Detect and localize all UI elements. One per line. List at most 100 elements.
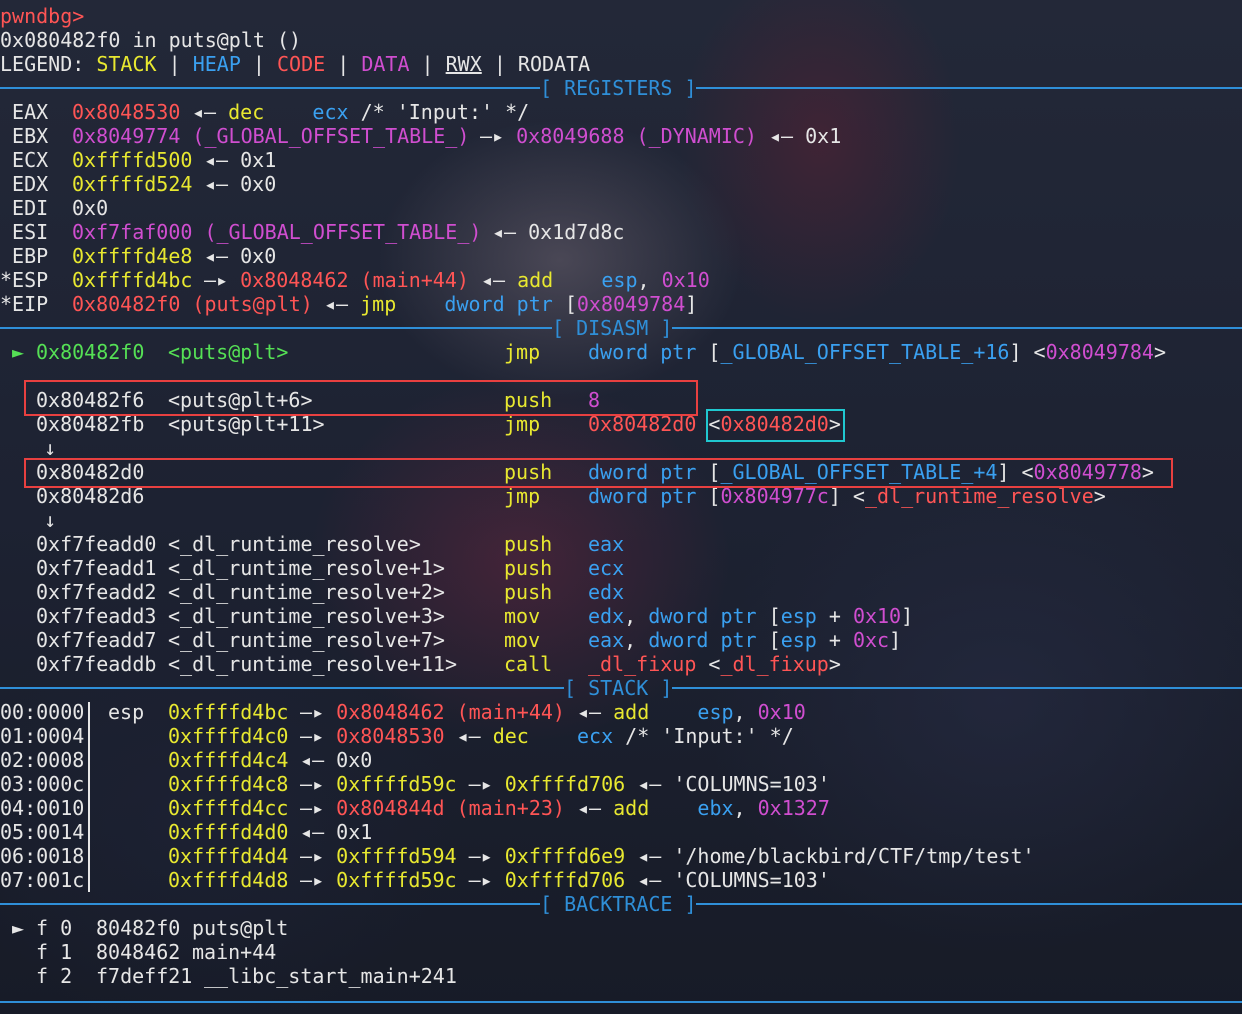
operand-token: 0x80482d0 bbox=[588, 412, 697, 436]
instruction-symbol: <_dl_runtime_resolve+3> bbox=[168, 604, 445, 628]
deref-token: —▸ bbox=[480, 124, 517, 148]
deref-token: dword ptr bbox=[444, 292, 553, 316]
register-value: 0xffffd500 bbox=[72, 148, 193, 172]
registers-separator: [ REGISTERS ] bbox=[0, 76, 1242, 100]
instruction-mnemonic: jmp bbox=[504, 340, 541, 364]
stack-index: 07:001c bbox=[0, 868, 85, 892]
stack-deref: —▸ 0xffffd59c —▸ 0xffffd706 ◂— 'COLUMNS=… bbox=[288, 772, 830, 796]
instruction-address: 0xf7feadd0 bbox=[36, 532, 157, 556]
stack-separator: [ STACK ] bbox=[0, 676, 1242, 700]
instruction-mnemonic: push bbox=[504, 556, 553, 580]
stack-address: 0xffffd4d0 bbox=[168, 820, 289, 844]
deref-token: 0xffffd706 bbox=[504, 772, 626, 796]
register-name: *EIP bbox=[0, 292, 49, 316]
operand-token: _dl_fixup bbox=[720, 652, 829, 676]
stack-index: 06:0018 bbox=[0, 844, 85, 868]
register-deref: ◂— 0x1d7d8c bbox=[492, 220, 624, 244]
deref-token: ebx bbox=[697, 796, 734, 820]
deref-token: —▸ bbox=[288, 844, 337, 868]
instruction-symbol: <_dl_runtime_resolve+1> bbox=[168, 556, 445, 580]
operand-token: eax bbox=[588, 628, 625, 652]
operand-token: , bbox=[624, 628, 649, 652]
deref-token: /* 'Input:' */ bbox=[613, 724, 794, 748]
stack-address: 0xffffd4d4 bbox=[168, 844, 289, 868]
instruction-symbol: <_dl_runtime_resolve+11> bbox=[168, 652, 457, 676]
register-deref: ◂— 0x0 bbox=[204, 172, 276, 196]
deref-token: ◂— 0x1 bbox=[204, 148, 277, 172]
operand-token: , bbox=[624, 604, 649, 628]
instruction-address: 0x80482d6 bbox=[36, 484, 145, 508]
stack-address: 0xffffd4c4 bbox=[168, 748, 289, 772]
instruction-symbol: <puts@plt+11> bbox=[168, 412, 325, 436]
deref-token: dec bbox=[228, 100, 265, 124]
operand-token: [ bbox=[696, 340, 721, 364]
register-value: 0x80482f0 (puts@plt) bbox=[72, 292, 313, 316]
down-arrow-icon: ↓ bbox=[44, 508, 57, 532]
operand-token: _dl_fixup bbox=[588, 652, 697, 676]
instruction-address: 0xf7feaddb bbox=[36, 652, 157, 676]
deref-token: 0x10 bbox=[661, 268, 710, 292]
frame-number: f 1 bbox=[36, 940, 73, 964]
operand-token: 0x80482d0 bbox=[720, 412, 829, 436]
operand-token: 0xc bbox=[852, 628, 890, 652]
deref-token: 0xffffd6e9 bbox=[504, 844, 626, 868]
legend-data: DATA bbox=[361, 52, 410, 76]
instruction-address: 0xf7feadd2 bbox=[36, 580, 157, 604]
deref-token: , bbox=[733, 796, 758, 820]
legend-line: LEGEND: STACK | HEAP | CODE | DATA | RWX… bbox=[0, 52, 590, 76]
deref-token: ◂— 0x0 bbox=[288, 748, 373, 772]
stack-deref: —▸ 0x8048530 ◂— dec ecx /* 'Input:' */ bbox=[288, 724, 794, 748]
deref-token: , bbox=[733, 700, 758, 724]
deref-token: 0x1327 bbox=[757, 796, 830, 820]
deref-token: 0xffffd59c bbox=[336, 772, 457, 796]
operand-token: + bbox=[816, 604, 853, 628]
operand-token: ecx bbox=[588, 556, 625, 580]
legend-sep: | bbox=[337, 52, 350, 76]
terminal-output[interactable]: pwndbg> 0x080482f0 in puts@plt () LEGEND… bbox=[0, 0, 1242, 1014]
operand-token: dword ptr bbox=[648, 604, 757, 628]
deref-token: ◂— 'COLUMNS=103' bbox=[625, 868, 830, 892]
instruction-operands: dword ptr [0x804977c] <_dl_runtime_resol… bbox=[588, 484, 1106, 508]
register-name: ESI bbox=[0, 220, 49, 244]
deref-token: —▸ bbox=[288, 868, 337, 892]
deref-token bbox=[529, 724, 577, 748]
frame-symbol: puts@plt bbox=[192, 916, 289, 940]
operand-token: [ bbox=[756, 628, 781, 652]
operand-token: _GLOBAL_OFFSET_TABLE_+16 bbox=[720, 340, 1010, 364]
deref-token: 0x10 bbox=[757, 700, 806, 724]
stack-address: 0xffffd4cc bbox=[168, 796, 289, 820]
deref-token: add bbox=[613, 700, 650, 724]
bottom-separator bbox=[0, 990, 1242, 1014]
deref-token: —▸ bbox=[288, 796, 337, 820]
register-deref: —▸ 0x8049688 (_DYNAMIC) ◂— 0x1 bbox=[480, 124, 841, 148]
deref-token: ] bbox=[685, 292, 698, 316]
instruction-mnemonic: jmp bbox=[504, 412, 541, 436]
frame-symbol: main+44 bbox=[192, 940, 277, 964]
disasm-title: [ DISASM ] bbox=[552, 316, 673, 340]
deref-token: 0xffffd706 bbox=[504, 868, 626, 892]
register-deref: —▸ 0x8048462 (main+44) ◂— add esp, 0x10 bbox=[204, 268, 710, 292]
operand-token: dword ptr bbox=[588, 484, 697, 508]
operand-token: 0x10 bbox=[852, 604, 902, 628]
operand-token: ] < bbox=[997, 460, 1034, 484]
disasm-separator: [ DISASM ] bbox=[0, 316, 1242, 340]
deref-token: —▸ bbox=[456, 772, 505, 796]
deref-token: /* 'Input:' */ bbox=[348, 100, 530, 124]
frame-symbol: __libc_start_main+241 bbox=[204, 964, 457, 988]
legend-sep: | bbox=[168, 52, 181, 76]
operand-token: esp bbox=[780, 604, 817, 628]
frame-address: f7deff21 bbox=[96, 964, 193, 988]
deref-token: jmp bbox=[360, 292, 397, 316]
instruction-operands: edx, dword ptr [esp + 0x10] bbox=[588, 604, 913, 628]
register-deref: ◂— 0x0 bbox=[204, 244, 276, 268]
operand-token: > bbox=[828, 652, 841, 676]
instruction-mnemonic: push bbox=[504, 532, 553, 556]
deref-token: 0xffffd59c bbox=[336, 868, 457, 892]
register-deref: ◂— 0x1 bbox=[204, 148, 276, 172]
operand-token: dword ptr bbox=[648, 628, 757, 652]
instruction-operands: edx bbox=[588, 580, 624, 604]
operand-token: _GLOBAL_OFFSET_TABLE_+4 bbox=[720, 460, 998, 484]
instruction-operands: dword ptr [_GLOBAL_OFFSET_TABLE_+4] <0x8… bbox=[588, 460, 1154, 484]
backtrace-separator: [ BACKTRACE ] bbox=[0, 892, 1242, 916]
deref-token: ecx bbox=[312, 100, 349, 124]
